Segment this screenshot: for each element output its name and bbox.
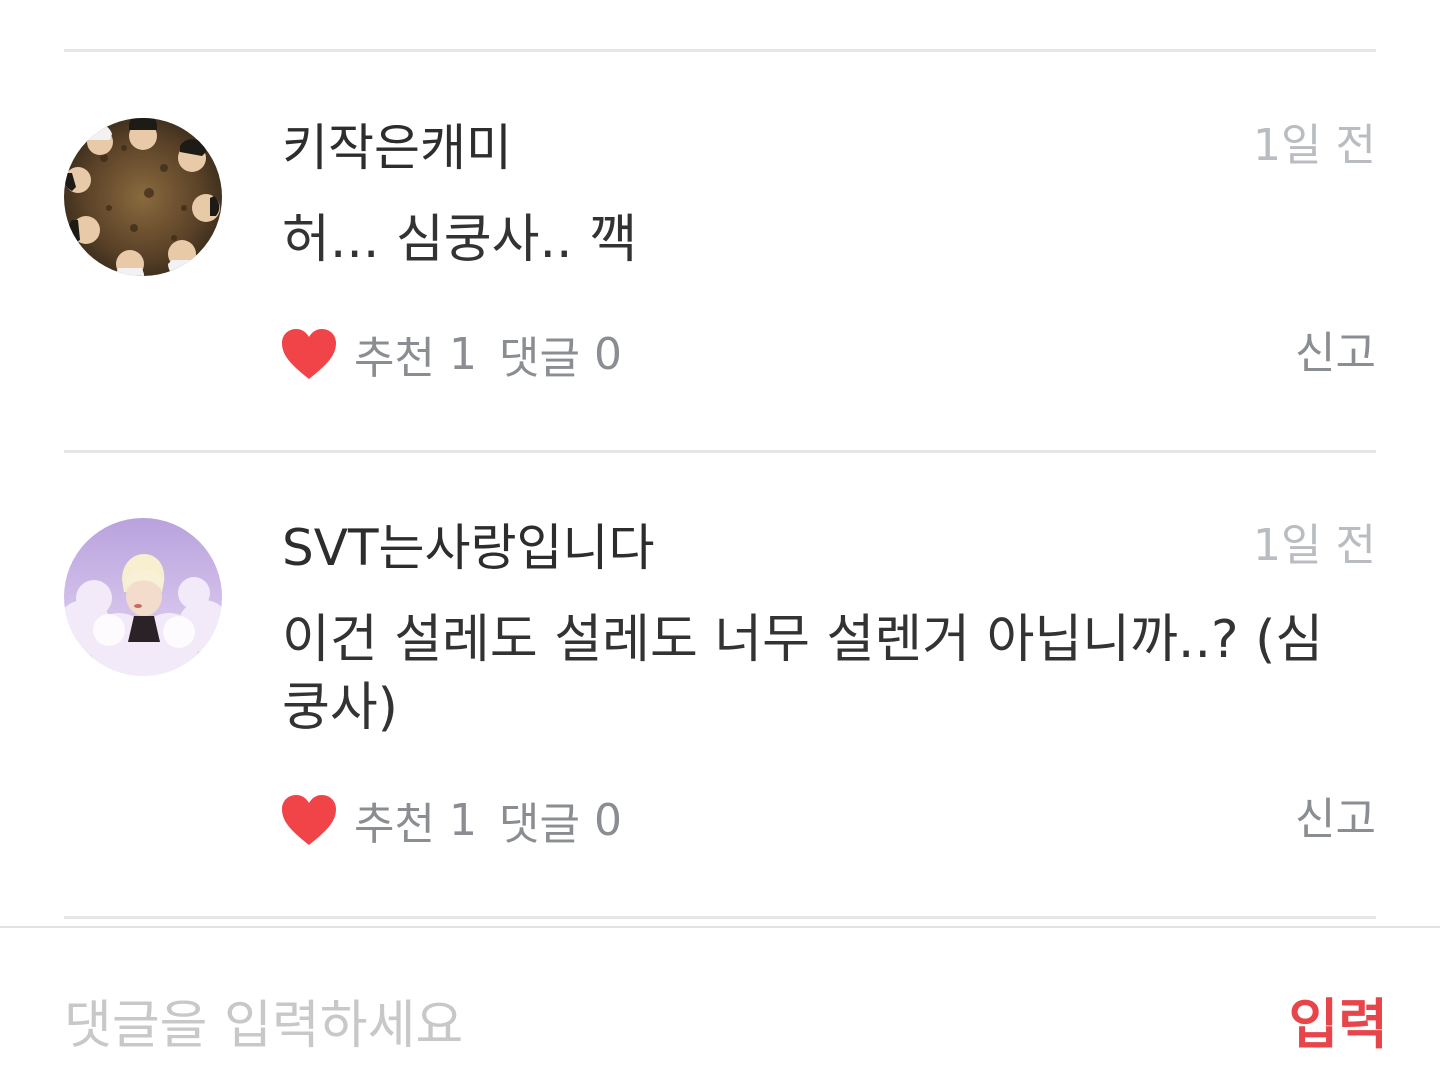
heart-icon[interactable] <box>280 327 338 381</box>
comment-text: 이건 설레도 설레도 너무 설렌거 아닙니까..? (심쿵사) <box>282 610 1324 738</box>
avatar[interactable] <box>64 518 222 676</box>
comment-input-bar: 입력 <box>0 926 1440 1082</box>
comment-username[interactable]: 키작은캐미 <box>282 118 512 178</box>
like-label[interactable]: 추천 <box>354 788 435 852</box>
cloud-portrait-avatar-image <box>64 518 222 676</box>
like-count: 1 <box>448 794 477 846</box>
like-label[interactable]: 추천 <box>354 322 435 386</box>
comment-divider <box>64 450 1376 453</box>
reply-count: 0 <box>593 794 622 846</box>
avatar[interactable] <box>64 118 222 276</box>
comment-timestamp: 1일 전 <box>1253 120 1376 171</box>
comment-timestamp: 1일 전 <box>1253 520 1376 571</box>
group-photo-avatar-image <box>64 118 222 276</box>
submit-comment-button[interactable]: 입력 <box>1289 990 1388 1060</box>
report-button[interactable]: 신고 <box>1295 324 1376 384</box>
reply-label[interactable]: 댓글 <box>499 788 580 852</box>
comment-divider <box>64 916 1376 919</box>
comment-actions: 추천 1 댓글 0 <box>280 322 644 386</box>
comment-actions: 추천 1 댓글 0 <box>280 788 644 852</box>
reply-label[interactable]: 댓글 <box>499 322 580 386</box>
comment-text: 허... 심쿵사.. 깩 <box>282 210 637 270</box>
report-button[interactable]: 신고 <box>1295 790 1376 850</box>
reply-count: 0 <box>593 328 622 380</box>
comment-username[interactable]: SVT는사랑입니다 <box>282 518 654 578</box>
like-count: 1 <box>448 328 477 380</box>
top-divider <box>64 49 1376 52</box>
comment-input[interactable] <box>64 988 1214 1064</box>
heart-icon[interactable] <box>280 793 338 847</box>
